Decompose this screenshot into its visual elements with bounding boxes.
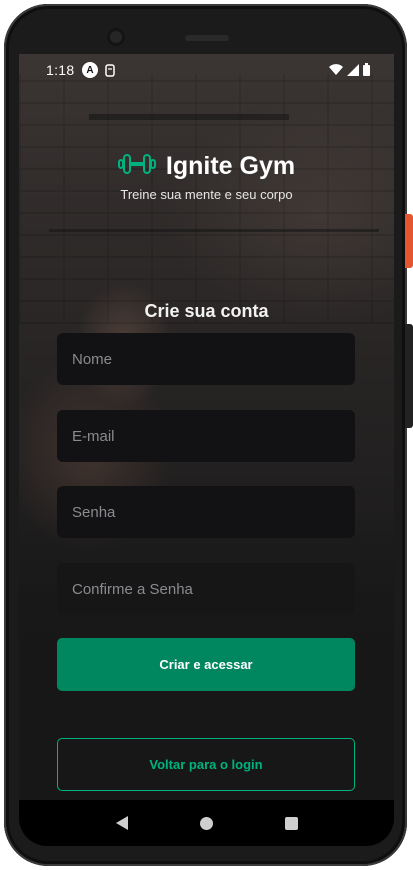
confirm-password-input[interactable]	[72, 580, 340, 598]
wifi-icon	[329, 63, 343, 81]
battery-icon	[363, 63, 370, 81]
volume-button	[405, 324, 413, 428]
status-bar: 1:18 A	[19, 54, 394, 86]
power-button	[405, 214, 413, 268]
brand-logo: Ignite Gym	[19, 152, 394, 181]
password-input[interactable]	[72, 503, 340, 521]
email-input[interactable]	[72, 427, 340, 445]
back-to-login-button[interactable]: Voltar para o login	[57, 738, 355, 791]
back-icon[interactable]	[115, 816, 128, 830]
home-icon[interactable]	[199, 816, 213, 830]
password-field[interactable]	[57, 486, 355, 538]
recents-icon[interactable]	[284, 816, 298, 830]
create-account-button[interactable]: Criar e acessar	[57, 638, 355, 691]
confirm-password-field[interactable]	[57, 563, 355, 615]
email-field[interactable]	[57, 410, 355, 462]
brand-title: Ignite Gym	[165, 152, 296, 180]
name-field[interactable]	[57, 333, 355, 385]
system-nav-bar	[19, 800, 394, 846]
brand-tagline: Treine sua mente e seu corpo	[120, 187, 293, 202]
sim-icon	[102, 62, 118, 78]
form-heading: Crie sua conta	[144, 301, 269, 321]
name-input[interactable]	[72, 350, 340, 368]
camera	[107, 28, 125, 46]
earpiece-speaker	[185, 35, 229, 41]
a-circle-icon: A	[82, 62, 98, 78]
status-time: 1:18	[46, 62, 75, 78]
dumbbell-icon	[117, 153, 156, 180]
background-pipe	[89, 114, 289, 120]
app-screen: 1:18 A Ignite Gym Treine sua mente e seu…	[19, 54, 394, 800]
signal-icon	[347, 63, 359, 81]
background-rig	[49, 229, 379, 232]
